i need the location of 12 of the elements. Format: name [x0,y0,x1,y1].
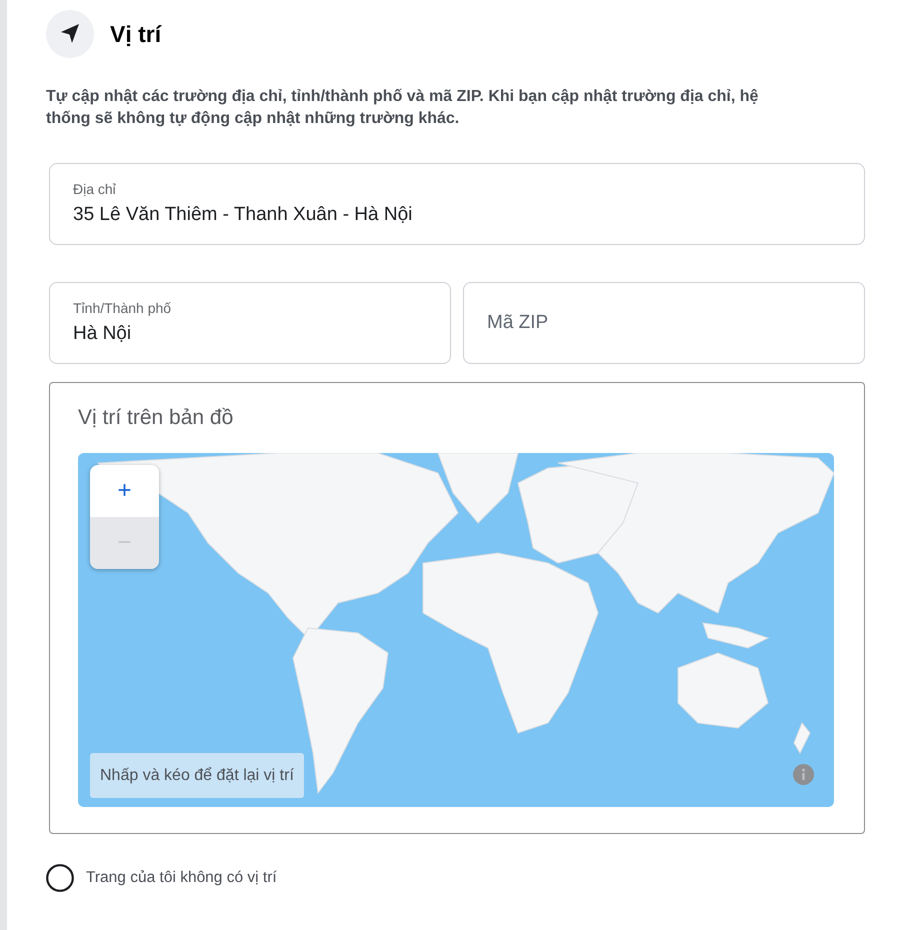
city-field[interactable]: Tỉnh/Thành phố Hà Nội [49,282,451,364]
section-title: Vị trí [110,20,162,48]
address-field[interactable]: Địa chỉ 35 Lê Văn Thiêm - Thanh Xuân - Hà Nội [49,163,865,245]
zip-field[interactable]: Mã ZIP [463,282,865,364]
map-hint-label: Nhấp và kéo để đặt lại vị trí [90,753,304,798]
info-icon[interactable] [793,764,814,785]
description-text: Tự cập nhật các trường địa chỉ, tỉnh/thành phố và mã ZIP. Khi bạn cập nhật trường địa chỉ, hệ thống sẽ không tự động cập nhật những trường khác. [46,87,760,129]
zoom-in-button[interactable]: + [90,465,159,517]
world-map-drawing[interactable] [78,453,834,807]
map-title: Vị trí trên bản đồ [78,405,234,431]
radio-label[interactable]: Trang của tôi không có vị trí [86,869,277,887]
radio-button[interactable] [46,864,74,892]
